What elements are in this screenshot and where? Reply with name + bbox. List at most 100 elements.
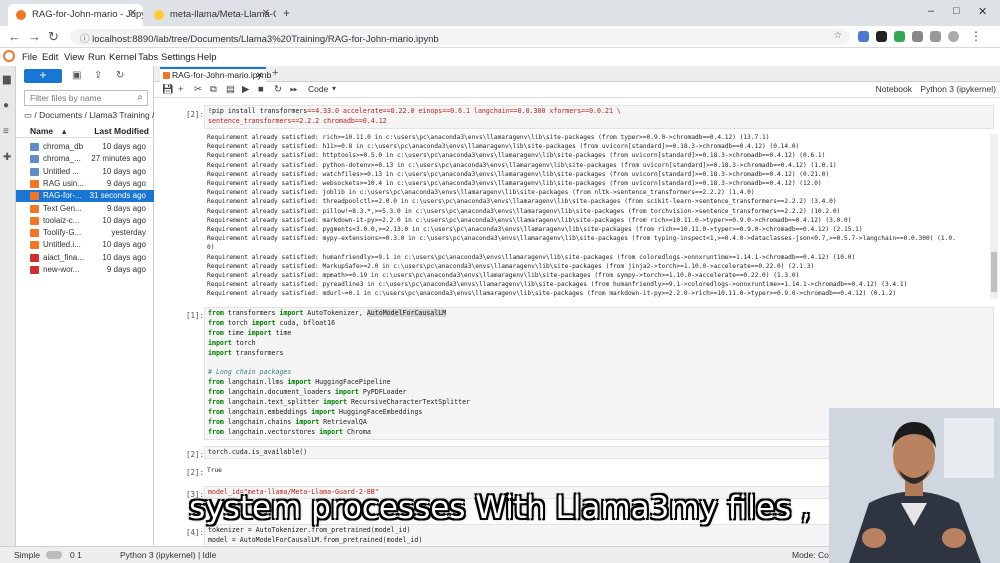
cut-icon[interactable]: ✂: [194, 84, 202, 95]
terminal-kernel-counts[interactable]: 0 1: [70, 550, 82, 560]
menu-file[interactable]: File: [22, 52, 37, 63]
output-scrollbar[interactable]: [990, 134, 998, 299]
notebook-icon: [30, 204, 39, 213]
code-line: torch.cuda.is_available(): [208, 448, 308, 456]
code-cell-pip[interactable]: !pip install transformers==4.33.0 accele…: [204, 105, 994, 129]
output-line: Requirement already satisfied: watchfile…: [207, 170, 830, 178]
bookmark-star-icon[interactable]: ☆: [833, 30, 842, 41]
column-name[interactable]: Name: [30, 126, 53, 136]
output-line: Requirement already satisfied: mpmath>=0…: [207, 272, 800, 280]
run-icon[interactable]: ▶: [242, 84, 249, 95]
simple-mode-toggle[interactable]: [46, 551, 62, 559]
output-line: Requirement already satisfied: websocket…: [207, 180, 822, 188]
file-list-item[interactable]: RAG-for-... 31 seconds ago: [16, 190, 154, 203]
new-tab-button[interactable]: +: [272, 67, 278, 79]
new-folder-icon[interactable]: ▣: [72, 70, 81, 81]
upload-icon[interactable]: ⇪: [94, 70, 102, 81]
refresh-icon[interactable]: ↻: [116, 70, 124, 81]
kernel-status[interactable]: Python 3 (ipykernel) | Idle: [120, 550, 216, 560]
cell-prompt: [2]:: [185, 110, 204, 119]
file-name: RAG-for-...: [43, 191, 82, 201]
menu-settings[interactable]: Settings: [161, 52, 195, 63]
browser-tab-huggingface[interactable]: meta-llama/Meta-Llama-Guard-2 ✕: [146, 4, 276, 26]
menu-run[interactable]: Run: [88, 52, 105, 63]
file-name: chroma_db: [43, 142, 84, 151]
jupyter-logo-icon: [3, 50, 15, 62]
extension-icon[interactable]: [894, 31, 905, 42]
commands-icon[interactable]: ≡: [3, 126, 13, 137]
output-line: Requirement already satisfied: mdurl~=0.…: [207, 290, 897, 298]
extension-manager-icon[interactable]: ✚: [3, 152, 13, 163]
site-info-icon[interactable]: ⓘ: [80, 34, 92, 45]
new-tab-button[interactable]: +: [283, 6, 290, 20]
forward-arrow-icon[interactable]: →: [28, 29, 41, 44]
restart-icon[interactable]: ↻: [274, 84, 282, 95]
extension-icon[interactable]: [912, 31, 923, 42]
close-tab-icon[interactable]: ✕: [129, 8, 137, 19]
notebook-link[interactable]: Notebook: [876, 84, 912, 94]
paste-icon[interactable]: ▤: [226, 84, 235, 95]
running-icon[interactable]: ●: [3, 100, 13, 111]
notebook-toolbar: 💾︎ + ✂ ⧉ ▤ ▶ ■ ↻ ⏩︎ Code ▾ Notebook Pyth…: [154, 82, 1000, 98]
browser-tab-jupyterlab[interactable]: RAG-for-John-mario - JupyterLab ✕: [8, 4, 143, 26]
code-line: !pip install transformers: [208, 107, 308, 115]
file-list-item[interactable]: chroma_db 10 days ago: [16, 141, 154, 153]
file-modified: 9 days ago: [106, 178, 146, 188]
file-list-item[interactable]: aiact_fina... 10 days ago: [16, 252, 154, 264]
file-browser-toolbar: + ▣ ⇪ ↻: [16, 66, 154, 86]
output-line: Requirement already satisfied: threadpoo…: [207, 198, 837, 206]
stop-icon[interactable]: ■: [258, 84, 264, 95]
back-arrow-icon[interactable]: ←: [8, 29, 21, 44]
close-tab-icon[interactable]: ✕: [262, 8, 270, 19]
save-icon[interactable]: 💾︎: [162, 84, 174, 95]
file-list-item[interactable]: toolaiz-c... 10 days ago: [16, 215, 154, 227]
new-launcher-button[interactable]: +: [24, 69, 62, 83]
menu-help[interactable]: Help: [197, 52, 217, 63]
profile-avatar[interactable]: [948, 31, 959, 42]
menu-view[interactable]: View: [64, 52, 84, 63]
file-list-item[interactable]: RAG usin... 9 days ago: [16, 178, 154, 190]
folder-icon: [30, 167, 39, 176]
huggingface-favicon-icon: [154, 10, 164, 20]
maximize-button[interactable]: □: [953, 5, 960, 17]
menu-edit[interactable]: Edit: [42, 52, 58, 63]
copy-icon[interactable]: ⧉: [210, 84, 217, 95]
file-list-item[interactable]: Untitled ... 10 days ago: [16, 166, 154, 178]
scrollbar-thumb[interactable]: [991, 252, 997, 292]
extension-icon[interactable]: [858, 31, 869, 42]
file-name: toolaiz-c...: [43, 215, 80, 225]
file-list-item[interactable]: Toolify-G... yesterday: [16, 227, 154, 239]
minimize-button[interactable]: –: [928, 5, 934, 17]
sort-icon: ▴: [62, 126, 67, 136]
extension-icon[interactable]: [876, 31, 887, 42]
menu-tabs[interactable]: Tabs: [138, 52, 158, 63]
code-line: tokenizer = AutoTokenizer.from_pretraine…: [208, 526, 411, 534]
file-browser: + ▣ ⇪ ↻ Filter files by name ⌕ ▭ / Docum…: [16, 66, 154, 546]
url-input[interactable]: ⓘ localhost:8890/lab/tree/Documents/Llam…: [70, 29, 850, 45]
code-line: sentence_transformers==2.2.2 chromadb==0…: [208, 116, 387, 125]
code-line: import transformers: [208, 348, 284, 357]
output-line: Requirement already satisfied: markdown-…: [207, 216, 852, 224]
file-list-item[interactable]: new-wor... 9 days ago: [16, 264, 154, 276]
folder-icon[interactable]: ▆: [3, 74, 13, 85]
output-line: Requirement already satisfied: h11>=0.8 …: [207, 143, 800, 151]
fast-forward-icon[interactable]: ⏩︎: [290, 84, 298, 95]
kernel-name[interactable]: Python 3 (ipykernel): [920, 84, 996, 94]
insert-cell-icon[interactable]: +: [178, 84, 184, 95]
menu-kernel[interactable]: Kernel: [109, 52, 136, 63]
column-last-modified[interactable]: Last Modified: [94, 126, 149, 136]
puzzle-icon[interactable]: [930, 31, 941, 42]
close-window-button[interactable]: ✕: [978, 5, 987, 18]
file-list-item[interactable]: chroma_... 27 minutes ago: [16, 153, 154, 165]
file-list-item[interactable]: Untitled.i... 10 days ago: [16, 239, 154, 251]
notebook-tab[interactable]: RAG-for-John-mario.ipynb ✕: [160, 67, 271, 82]
notebook-icon: [30, 179, 39, 188]
filter-files-input[interactable]: Filter files by name ⌕: [24, 90, 148, 106]
folder-icon[interactable]: ▭: [24, 110, 34, 120]
close-tab-icon[interactable]: ✕: [256, 70, 263, 81]
browser-menu-icon[interactable]: ⋮: [970, 29, 982, 43]
cell-type-select[interactable]: Code: [308, 84, 328, 94]
reload-icon[interactable]: ↻: [48, 29, 59, 45]
file-list-item[interactable]: Text Gen... 9 days ago: [16, 203, 154, 215]
breadcrumb-path[interactable]: / Documents / Llama3 Training /: [34, 110, 154, 120]
